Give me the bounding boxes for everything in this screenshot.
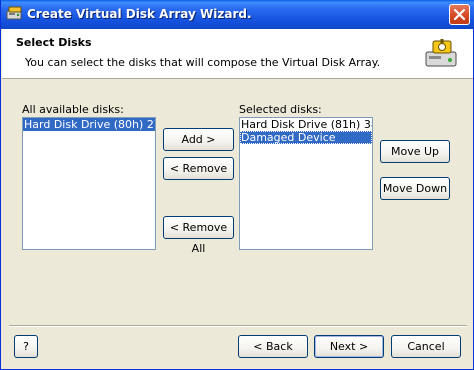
title-bar[interactable]: Create Virtual Disk Array Wizard. bbox=[1, 0, 474, 29]
available-disks-label: All available disks: bbox=[22, 103, 124, 116]
close-button[interactable] bbox=[449, 4, 470, 25]
remove-all-button[interactable]: < Remove All bbox=[163, 216, 234, 255]
move-down-button[interactable]: Move Down bbox=[380, 177, 450, 200]
window-title: Create Virtual Disk Array Wizard. bbox=[27, 7, 252, 21]
available-disks-list[interactable]: Hard Disk Drive (80h) 27.9 G bbox=[22, 117, 156, 250]
remove-button[interactable]: < Remove bbox=[163, 157, 234, 180]
page-title: Select Disks bbox=[16, 36, 92, 49]
help-button[interactable]: ? bbox=[14, 335, 38, 358]
list-item[interactable]: Hard Disk Drive (81h) 38.1 G bbox=[240, 118, 372, 131]
back-button[interactable]: < Back bbox=[238, 335, 308, 358]
wizard-window: Create Virtual Disk Array Wizard. Select… bbox=[0, 0, 474, 370]
selected-disks-label: Selected disks: bbox=[239, 103, 322, 116]
next-button[interactable]: Next > bbox=[314, 335, 384, 358]
wizard-header: Select Disks You can select the disks th… bbox=[2, 29, 473, 79]
close-icon bbox=[454, 9, 465, 20]
selected-disks-list[interactable]: Hard Disk Drive (81h) 38.1 G Damaged Dev… bbox=[239, 117, 373, 250]
footer-separator bbox=[9, 325, 467, 327]
disk-array-app-icon bbox=[6, 6, 24, 22]
move-up-button[interactable]: Move Up bbox=[380, 140, 450, 163]
cancel-button[interactable]: Cancel bbox=[391, 335, 461, 358]
disk-wizard-icon bbox=[424, 38, 460, 72]
list-item[interactable]: Damaged Device bbox=[240, 131, 372, 144]
add-button[interactable]: Add > bbox=[163, 128, 234, 151]
page-description: You can select the disks that will compo… bbox=[25, 56, 381, 69]
list-item[interactable]: Hard Disk Drive (80h) 27.9 G bbox=[23, 118, 155, 131]
